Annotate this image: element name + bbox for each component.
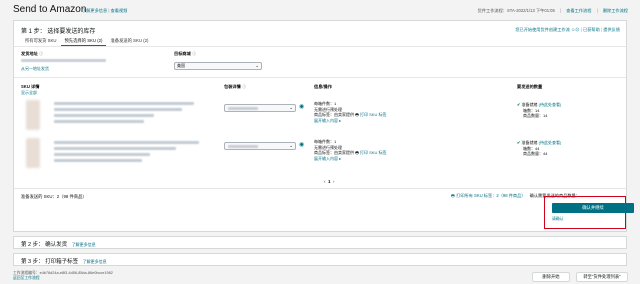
marketplace-select[interactable]: 美国 ⌄: [174, 62, 262, 70]
info-icon: ⓘ: [38, 51, 44, 56]
table-row: ⌄ ◉ 每箱件数：1 无需进行预处理 商品标签：由卖家提供 🖶 打印 SKU 标…: [14, 136, 626, 186]
step2-panel[interactable]: 第 2 步： 确认发货 了解更多信息: [13, 236, 627, 249]
section-divider: [14, 77, 626, 78]
check-icon: ✔: [517, 102, 521, 107]
chevron-right-icon: ▸: [339, 155, 342, 161]
prep-select[interactable]: ⌄: [224, 142, 296, 150]
workflow-info: 货件工作流程：STA-2022/1/13 下午01:05 | 查看工作流程 | …: [477, 8, 628, 13]
page-header: Send to Amazon 了解更多信息 | 查看视频 货件工作流程：STA-…: [0, 0, 640, 20]
step3-title: 第 3 步： 打印箱子标签 了解更多信息: [21, 259, 107, 265]
printer-icon: 🖶: [355, 150, 359, 156]
pagination: ‹ 1 ›: [324, 179, 335, 184]
expand-input-link[interactable]: 展开输入内容: [314, 118, 338, 123]
current-page: 1: [328, 179, 331, 184]
give-feedback-link[interactable]: 提供反馈: [603, 27, 620, 32]
qty-view-link[interactable]: (待此处查看): [539, 140, 562, 145]
learn-more-link[interactable]: 了解更多信息: [82, 8, 107, 13]
footer-divider: [14, 188, 626, 189]
marketplace-label: 目标商城 ⓘ: [174, 51, 197, 56]
col-info-header: 信息/操作: [314, 84, 332, 89]
product-title: [54, 147, 176, 150]
product-sku: [54, 114, 154, 117]
chevron-right-icon: ▸: [339, 117, 342, 123]
product-fnsku: [54, 120, 144, 123]
row-qty: ✔ 准备就绪 (待此处查看) 箱数：44 商品数量：44: [517, 140, 562, 157]
row-info: 每箱件数：1 无需进行预处理 商品标签：由卖家提供 🖶 打印 SKU 标签 展开…: [314, 101, 387, 123]
chevron-down-icon: ⌄: [289, 143, 293, 148]
print-all-labels-link[interactable]: 打印所有 SKU 标签：2（98 件商品）: [456, 193, 525, 198]
tab-preselected-skus[interactable]: 预先选择的 SKU (2): [60, 37, 107, 46]
chevron-down-icon: ⌄: [255, 63, 259, 68]
product-title: [54, 108, 182, 111]
ship-from-address: [21, 59, 106, 62]
chevron-down-icon: ⌄: [289, 105, 293, 110]
delete-workflow-link[interactable]: 删除工作流程: [603, 8, 628, 13]
print-sku-label-link[interactable]: 打印 SKU 标签: [360, 112, 386, 117]
printer-icon: 🖶: [451, 193, 455, 198]
step1-links: 您已开始使用货件创建工作流 ☺☹ | 已获帮助 | 提供反馈: [515, 27, 620, 32]
col-qty-header: 要发送的数量: [517, 84, 543, 89]
watch-video-link[interactable]: 查看视频: [111, 8, 128, 13]
qty-view-link[interactable]: (待此处查看): [539, 102, 562, 107]
confirm-continue-button[interactable]: 确认并继续: [552, 203, 634, 213]
go-to-shipment-list-button[interactable]: 转至“货件处理列表”: [576, 272, 628, 282]
header-links: 了解更多信息 | 查看视频: [82, 8, 128, 13]
printer-icon: 🖶: [355, 112, 359, 118]
marketplace-value: 美国: [177, 63, 185, 68]
tabs-divider: [14, 46, 626, 47]
info-icon: ⓘ: [191, 51, 197, 56]
step2-title: 第 2 步： 确认发货 了解更多信息: [21, 242, 96, 248]
ready-sku-count: 准备发送的 SKU：2（98 件商品）: [21, 194, 87, 199]
sku-tabs: 所有可发货 SKU 预先选择的 SKU (2) 准备发送的 SKU (2): [21, 37, 152, 46]
confirm-sub-link[interactable]: 请确认: [552, 217, 563, 222]
product-title: [54, 102, 194, 105]
product-title: [54, 141, 199, 144]
print-sku-label-link[interactable]: 打印 SKU 标签: [360, 150, 386, 155]
feedback-intro: 您已开始使用货件创建工作流: [515, 27, 570, 32]
ship-from-label: 发货地址 ⓘ: [21, 51, 44, 56]
workflow-id: 工作流程编号：e4b76d24a-e8f3-4d56-85da-86e0bcce…: [13, 271, 113, 281]
delete-start-button[interactable]: 删除开始: [532, 272, 570, 282]
step3-panel[interactable]: 第 3 步： 打印箱子标签 了解更多信息: [13, 253, 627, 266]
check-icon: ✔: [517, 140, 521, 145]
eye-icon[interactable]: ◉: [299, 141, 304, 148]
col-prep-header: 包装详情 ⓘ: [224, 84, 247, 89]
page-title: Send to Amazon: [13, 4, 87, 15]
product-thumbnail: [26, 100, 40, 130]
product-thumbnail: [26, 138, 40, 168]
row-info: 每箱件数：1 无需进行预处理 商品标签：由卖家提供 🖶 打印 SKU 标签 展开…: [314, 139, 387, 161]
tab-all-skus[interactable]: 所有可发货 SKU: [21, 37, 61, 46]
product-sku: [54, 153, 150, 156]
ship-from-other-link[interactable]: 从另一地址发货: [21, 66, 49, 72]
view-workflow-link[interactable]: 查看工作流程: [566, 8, 591, 13]
expand-input-link[interactable]: 展开输入内容: [314, 156, 338, 161]
help-link[interactable]: 已获帮助: [583, 27, 600, 32]
next-page-button[interactable]: ›: [333, 179, 335, 184]
product-fnsku: [54, 159, 142, 162]
frown-icon[interactable]: ☹: [575, 27, 579, 32]
workflow-status: 货件工作流程：STA-2022/1/13 下午01:05: [477, 8, 555, 13]
back-to-workflow-link[interactable]: 返回至工作流程: [13, 276, 113, 281]
step2-learn-more-link[interactable]: 了解更多信息: [72, 242, 96, 247]
prev-page-button[interactable]: ‹: [324, 179, 326, 184]
info-icon: ⓘ: [241, 84, 247, 89]
prep-select[interactable]: ⌄: [224, 104, 296, 112]
step1-title: 第 1 步： 选择要发送的库存: [21, 29, 96, 35]
eye-icon[interactable]: ◉: [299, 103, 304, 110]
tab-ready-skus[interactable]: 准备发送的 SKU (2): [106, 37, 152, 46]
row-qty: ✔ 准备就绪 (待此处查看) 箱数：14 商品数量：14: [517, 102, 562, 119]
step3-learn-more-link[interactable]: 了解更多信息: [83, 259, 107, 264]
step1-panel: 第 1 步： 选择要发送的库存 您已开始使用货件创建工作流 ☺☹ | 已获帮助 …: [13, 20, 634, 232]
